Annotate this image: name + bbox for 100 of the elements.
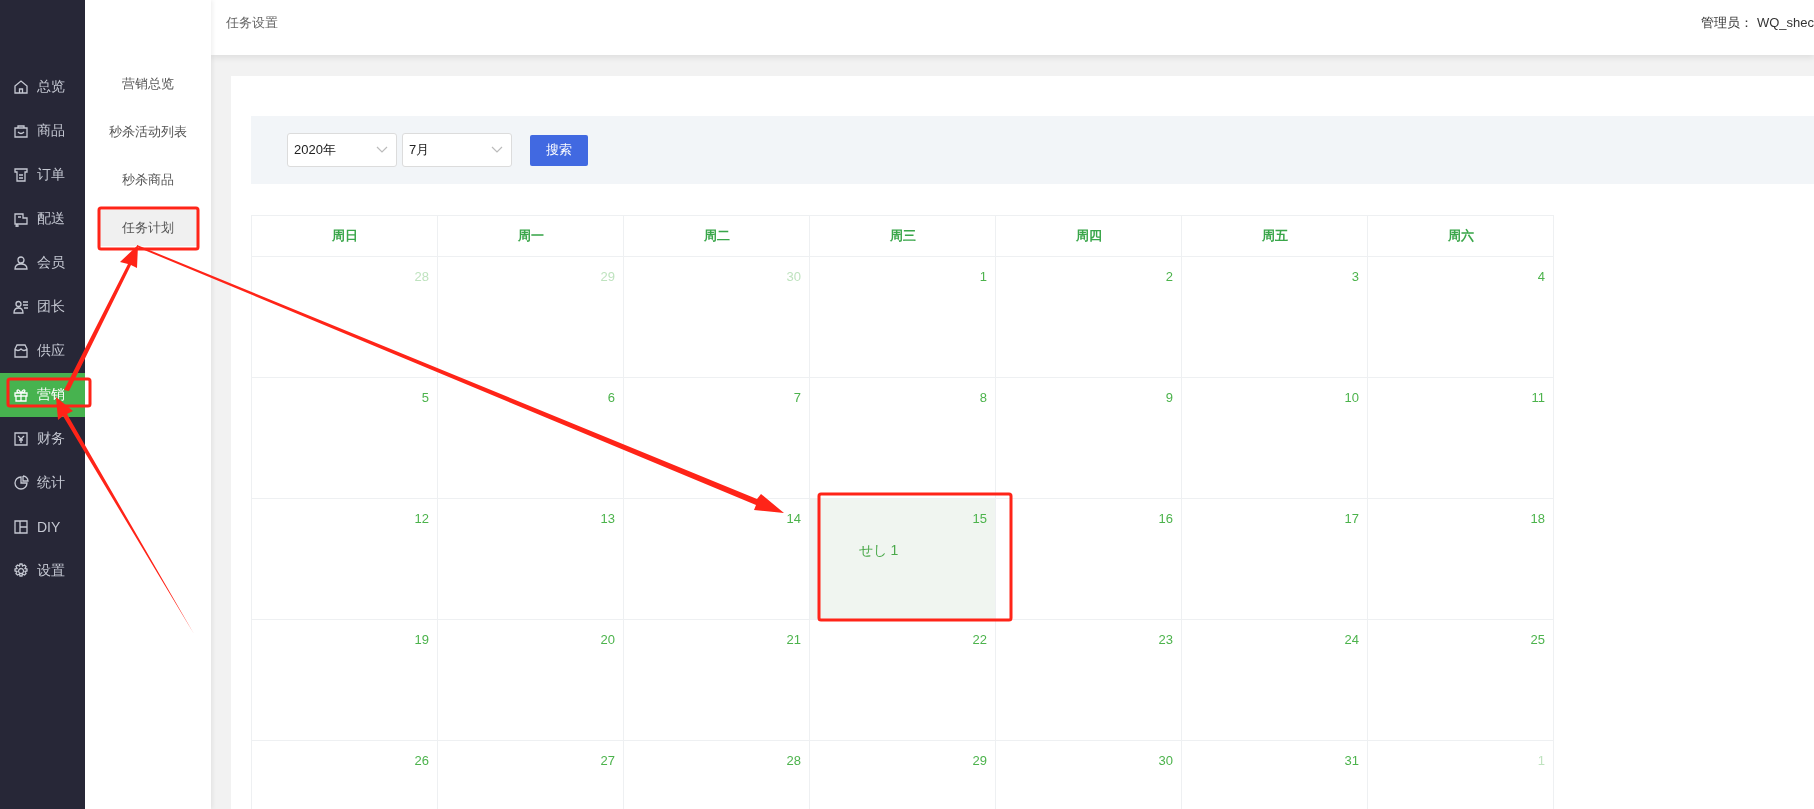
day-number: 25 bbox=[1530, 632, 1545, 647]
weekday-header: 周二 bbox=[624, 216, 810, 257]
day-number: 24 bbox=[1344, 632, 1359, 647]
day-number: 30 bbox=[786, 269, 801, 284]
day-cell[interactable]: 10 bbox=[1182, 378, 1368, 499]
day-cell[interactable]: 28 bbox=[624, 741, 810, 809]
day-number: 10 bbox=[1344, 390, 1359, 405]
day-number: 1 bbox=[979, 269, 987, 284]
page-title: 任务设置 bbox=[226, 13, 278, 32]
chevron-down-icon bbox=[491, 146, 503, 154]
day-number: 2 bbox=[1165, 269, 1173, 284]
day-number: 30 bbox=[1158, 753, 1173, 768]
day-cell[interactable]: 30 bbox=[624, 257, 810, 378]
day-number: 18 bbox=[1530, 511, 1545, 526]
month-select[interactable]: 7月 bbox=[402, 133, 512, 167]
sidebar-item[interactable]: 订单 bbox=[0, 153, 85, 197]
day-number: 11 bbox=[1531, 390, 1545, 405]
day-number: 9 bbox=[1165, 390, 1173, 405]
day-number: 19 bbox=[414, 632, 429, 647]
day-number: 27 bbox=[600, 753, 615, 768]
sidebar-item[interactable]: 设置 bbox=[0, 549, 85, 593]
day-number: 4 bbox=[1537, 269, 1545, 284]
day-cell[interactable]: 31 bbox=[1182, 741, 1368, 809]
day-cell[interactable]: 12 bbox=[252, 499, 438, 620]
day-cell[interactable]: 2 bbox=[996, 257, 1182, 378]
weekday-header: 周日 bbox=[252, 216, 438, 257]
sidebar-item[interactable]: 会员 bbox=[0, 241, 85, 285]
day-cell[interactable]: 19 bbox=[252, 620, 438, 741]
day-number: 28 bbox=[786, 753, 801, 768]
bag-icon bbox=[13, 123, 29, 139]
weekday-header: 周一 bbox=[438, 216, 624, 257]
store-icon bbox=[13, 343, 29, 359]
day-cell[interactable]: 22 bbox=[810, 620, 996, 741]
sidebar-item[interactable]: DIY bbox=[0, 505, 85, 549]
calendar-event[interactable]: せし 1 bbox=[858, 542, 899, 560]
sidebar-item[interactable]: 商品 bbox=[0, 109, 85, 153]
day-cell[interactable]: 29 bbox=[810, 741, 996, 809]
day-number: 23 bbox=[1158, 632, 1173, 647]
day-number: 7 bbox=[793, 390, 801, 405]
settings-icon bbox=[13, 563, 29, 579]
day-cell[interactable]: 11 bbox=[1368, 378, 1554, 499]
day-number: 21 bbox=[786, 632, 801, 647]
search-button[interactable]: 搜索 bbox=[530, 134, 588, 166]
money-icon bbox=[13, 431, 29, 447]
day-number: 29 bbox=[600, 269, 615, 284]
day-cell[interactable]: 18 bbox=[1368, 499, 1554, 620]
sidebar-item[interactable]: 统计 bbox=[0, 461, 85, 505]
day-number: 31 bbox=[1344, 753, 1359, 768]
weekday-header: 周六 bbox=[1368, 216, 1554, 257]
day-cell[interactable]: 23 bbox=[996, 620, 1182, 741]
admin-label: 管理员： WQ_shec bbox=[1701, 13, 1814, 32]
pie-icon bbox=[13, 475, 29, 491]
day-cell[interactable]: 24 bbox=[1182, 620, 1368, 741]
sidebar-item[interactable]: 配送 bbox=[0, 197, 85, 241]
sidebar-item[interactable]: 财务 bbox=[0, 417, 85, 461]
day-cell[interactable]: 16 bbox=[996, 499, 1182, 620]
submenu-item[interactable]: 秒杀商品 bbox=[99, 162, 197, 198]
day-cell[interactable]: 9 bbox=[996, 378, 1182, 499]
sidebar-item[interactable]: 总览 bbox=[0, 65, 85, 109]
day-cell[interactable]: 21 bbox=[624, 620, 810, 741]
day-cell[interactable]: 13 bbox=[438, 499, 624, 620]
day-cell[interactable]: 30 bbox=[996, 741, 1182, 809]
chevron-down-icon bbox=[376, 146, 388, 154]
layout-icon bbox=[13, 519, 29, 535]
day-number: 28 bbox=[414, 269, 429, 284]
weekday-header: 周三 bbox=[810, 216, 996, 257]
day-number: 1 bbox=[1537, 753, 1545, 768]
day-number: 16 bbox=[1158, 511, 1173, 526]
user-icon bbox=[13, 255, 29, 271]
submenu-item[interactable]: 秒杀活动列表 bbox=[99, 114, 197, 150]
day-number: 15 bbox=[972, 511, 987, 526]
day-number: 8 bbox=[979, 390, 987, 405]
submenu-item[interactable]: 营销总览 bbox=[99, 66, 197, 102]
year-select[interactable]: 2020年 bbox=[287, 133, 397, 167]
day-cell[interactable]: 4 bbox=[1368, 257, 1554, 378]
day-cell[interactable]: 27 bbox=[438, 741, 624, 809]
order-icon bbox=[13, 167, 29, 183]
day-number: 17 bbox=[1344, 511, 1359, 526]
day-cell[interactable]: 26 bbox=[252, 741, 438, 809]
day-cell[interactable]: 15 せし 1 bbox=[810, 499, 996, 620]
sidebar-item[interactable]: 团长 bbox=[0, 285, 85, 329]
day-number: 12 bbox=[414, 511, 429, 526]
sidebar-item[interactable]: 供应 bbox=[0, 329, 85, 373]
day-cell[interactable]: 17 bbox=[1182, 499, 1368, 620]
submenu-item[interactable]: 任务计划 bbox=[99, 210, 197, 246]
day-number: 13 bbox=[600, 511, 615, 526]
day-cell[interactable]: 25 bbox=[1368, 620, 1554, 741]
day-number: 20 bbox=[600, 632, 615, 647]
day-cell[interactable]: 5 bbox=[252, 378, 438, 499]
day-number: 26 bbox=[414, 753, 429, 768]
day-number: 22 bbox=[972, 632, 987, 647]
day-cell[interactable]: 1 bbox=[1368, 741, 1554, 809]
day-number: 3 bbox=[1351, 269, 1359, 284]
day-cell[interactable]: 20 bbox=[438, 620, 624, 741]
day-number: 6 bbox=[607, 390, 615, 405]
weekday-header: 周五 bbox=[1182, 216, 1368, 257]
day-number: 29 bbox=[972, 753, 987, 768]
day-cell[interactable]: 3 bbox=[1182, 257, 1368, 378]
day-number: 14 bbox=[786, 511, 801, 526]
day-cell[interactable]: 1 bbox=[810, 257, 996, 378]
